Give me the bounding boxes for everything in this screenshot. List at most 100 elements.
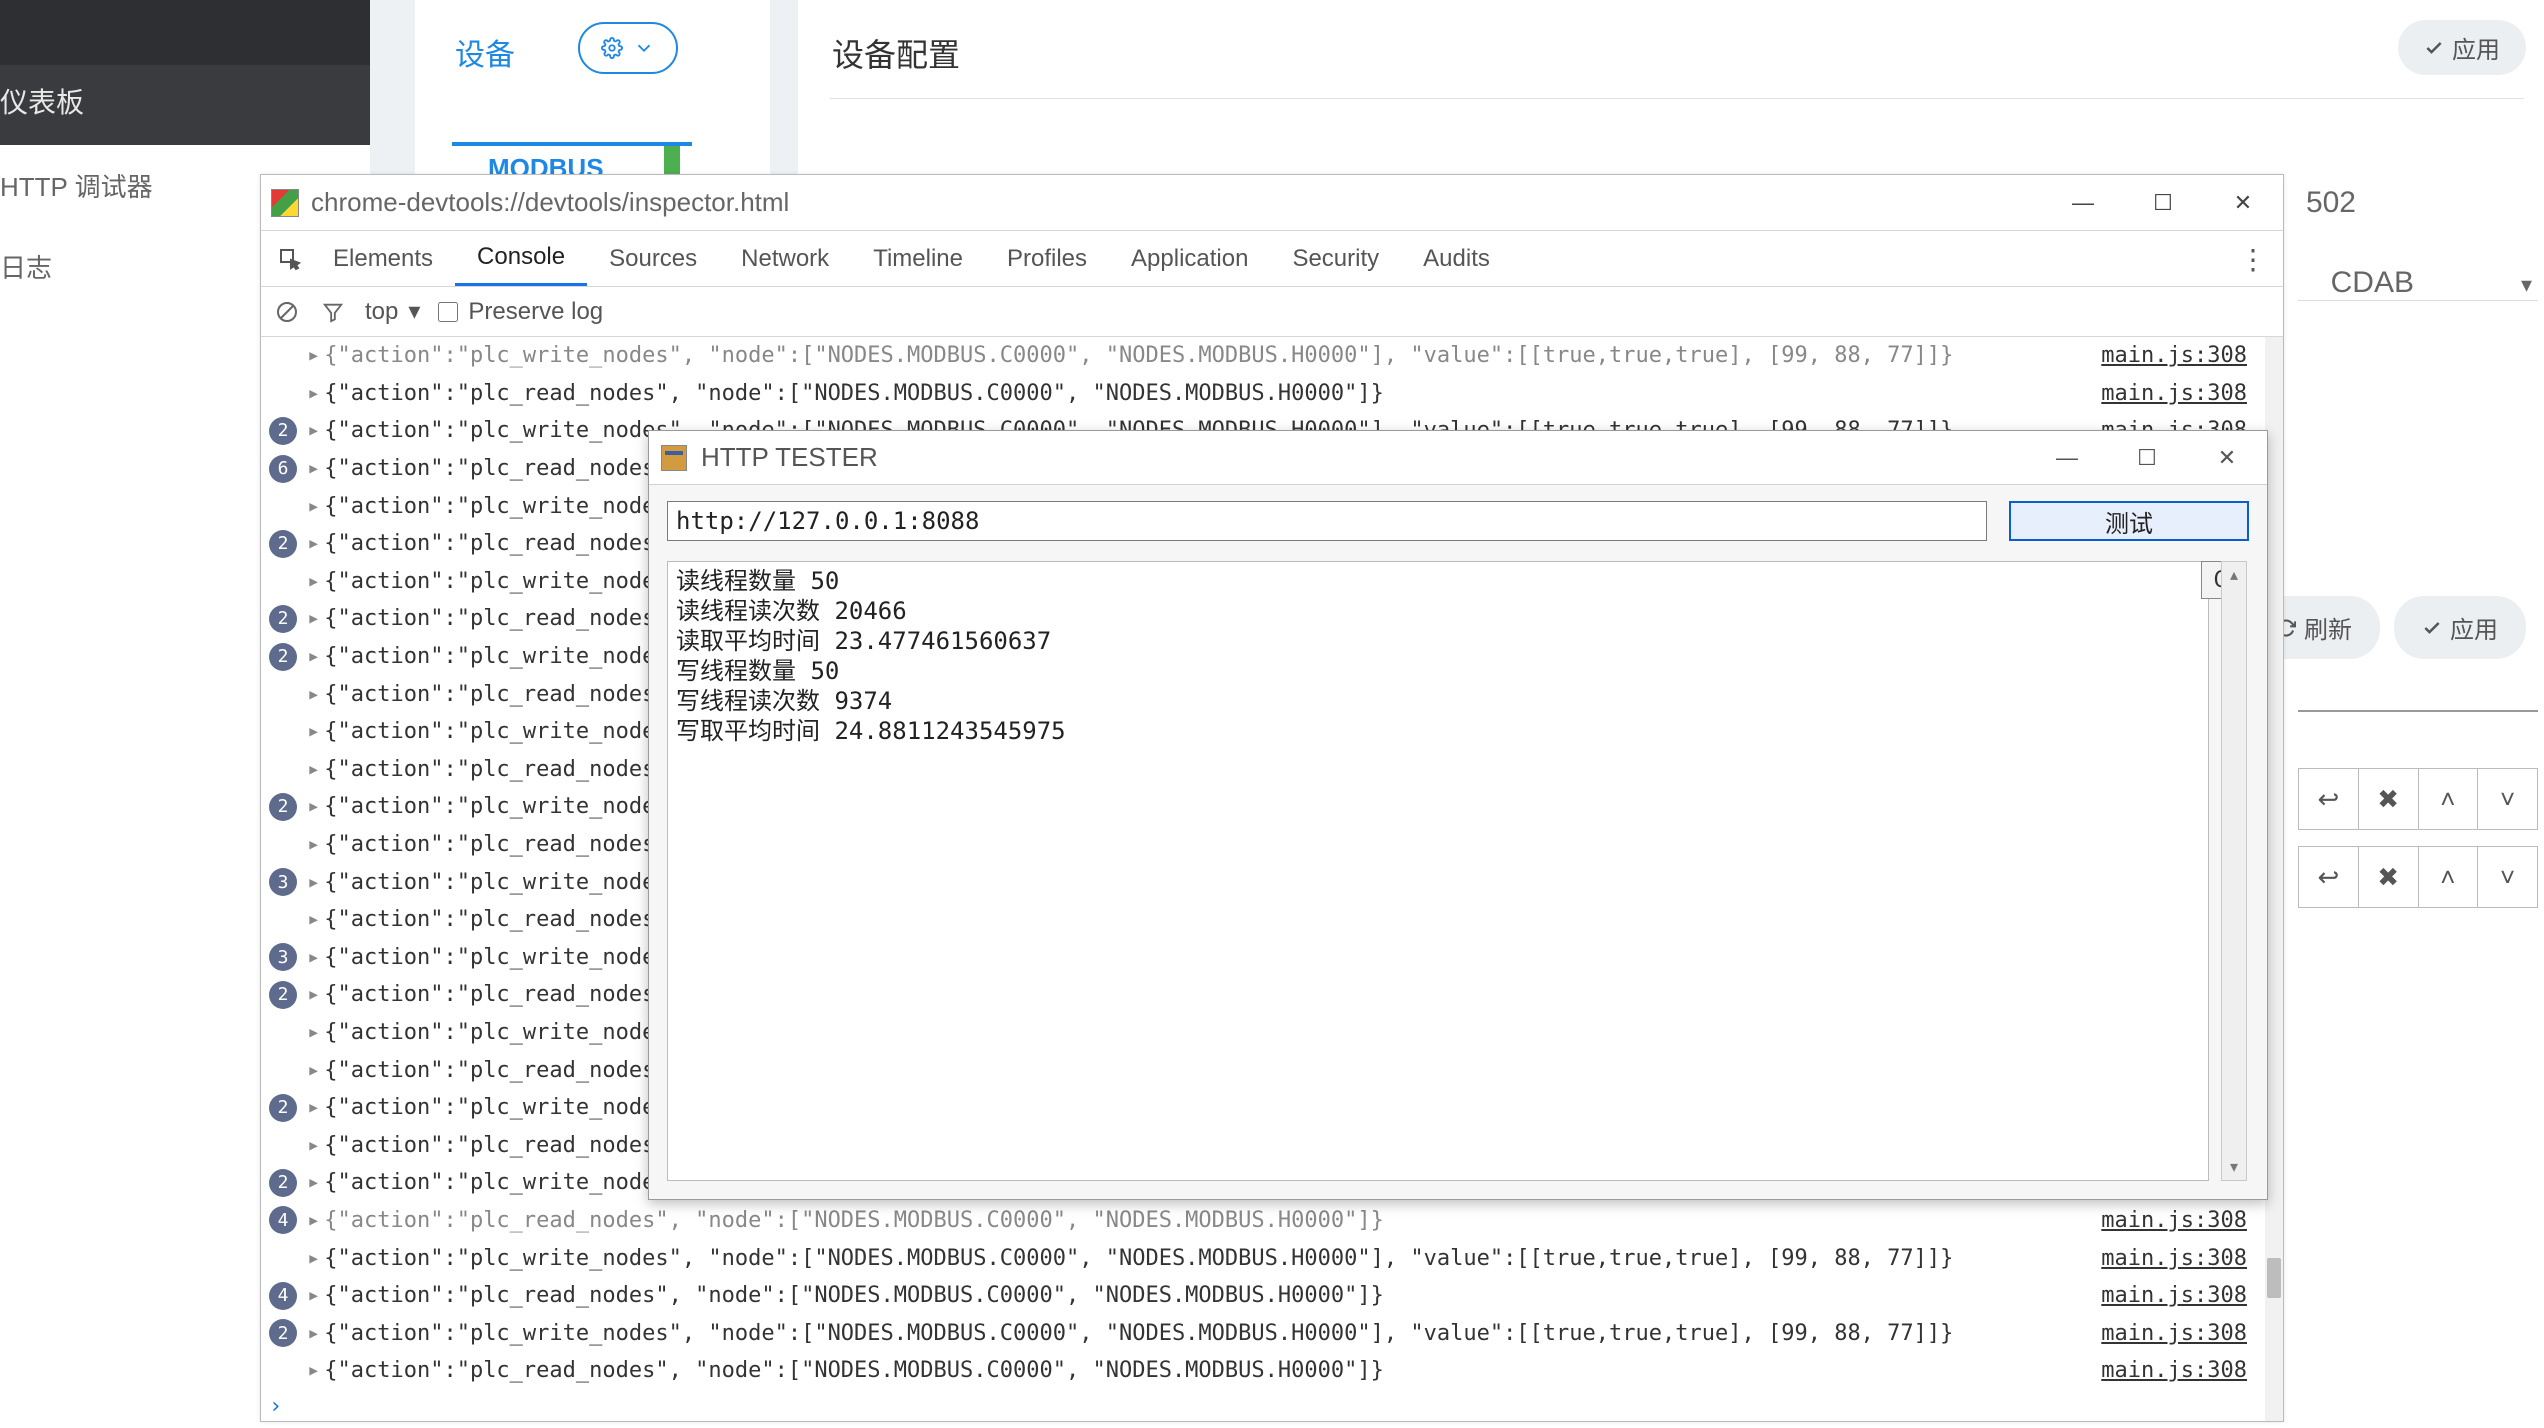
filter-icon[interactable] <box>319 298 347 326</box>
log-source-link[interactable]: main.js:308 <box>2101 1208 2265 1233</box>
refresh-label: 刷新 <box>2304 610 2352 645</box>
output-textarea[interactable]: 读线程数量 50 读线程读次数 20466 读取平均时间 23.47746156… <box>667 561 2209 1181</box>
url-row: 测试 <box>667 501 2249 541</box>
scroll-down-icon[interactable]: ▾ <box>2222 1154 2246 1180</box>
url-input[interactable] <box>667 501 1987 541</box>
undo-button[interactable]: ↩ <box>2299 847 2359 907</box>
test-button[interactable]: 测试 <box>2009 501 2249 541</box>
preserve-log-label: Preserve log <box>468 298 603 326</box>
preserve-log-checkbox[interactable]: Preserve log <box>438 298 603 326</box>
repeat-count-badge: 2 <box>269 530 297 558</box>
devtools-app-icon <box>271 189 299 217</box>
scrollbar-thumb[interactable] <box>2267 1258 2281 1298</box>
log-source-link[interactable]: main.js:308 <box>2101 1246 2265 1271</box>
value-502: 502 <box>2306 186 2356 220</box>
apply-label: 应用 <box>2452 30 2500 65</box>
console-log-row[interactable]: 4▸{"action":"plc_read_nodes", "node":["N… <box>261 1202 2265 1240</box>
console-log-row[interactable]: ▸{"action":"plc_write_nodes", "node":["N… <box>261 1239 2265 1277</box>
devtools-url: chrome-devtools://devtools/inspector.htm… <box>311 187 789 218</box>
repeat-count-badge: 3 <box>269 943 297 971</box>
value-byte-order[interactable]: CDAB <box>2331 266 2414 300</box>
log-message: ▸{"action":"plc_write_nodes", "node":["N… <box>307 343 2101 368</box>
console-log-row[interactable]: ▸{"action":"plc_read_nodes", "node":["NO… <box>261 375 2265 413</box>
context-label: top <box>365 298 398 326</box>
maximize-button[interactable]: ☐ <box>2107 431 2187 485</box>
http-tester-body: 测试 读线程数量 50 读线程读次数 20466 读取平均时间 23.47746… <box>649 485 2267 1199</box>
http-tester-titlebar[interactable]: HTTP TESTER — ☐ ✕ <box>649 431 2267 485</box>
devtools-tab-sources[interactable]: Sources <box>587 231 719 286</box>
sidebar-top-band <box>0 0 370 65</box>
nav-dashboard[interactable]: 仪表板 <box>0 65 370 137</box>
repeat-count-badge: 2 <box>269 1319 297 1347</box>
devtools-titlebar[interactable]: chrome-devtools://devtools/inspector.htm… <box>261 175 2283 231</box>
console-log-row[interactable]: 2 ▸{"action":"plc_write_nodes", "node":["… <box>261 1314 2265 1352</box>
preserve-log-input[interactable] <box>438 302 458 322</box>
log-source-link[interactable]: main.js:308 <box>2101 1358 2265 1383</box>
window-buttons: — ☐ ✕ <box>2043 175 2283 231</box>
log-message: ▸{"action":"plc_read_nodes", "node":["NO… <box>307 1283 2101 1308</box>
inspect-element-icon[interactable] <box>269 231 311 286</box>
devtools-tab-timeline[interactable]: Timeline <box>851 231 985 286</box>
devtools-tab-security[interactable]: Security <box>1270 231 1401 286</box>
console-log-row[interactable]: ▸{"action":"plc_write_nodes", "node":["N… <box>261 337 2265 375</box>
close-button[interactable]: ✕ <box>2187 431 2267 485</box>
repeat-count-badge: 2 <box>269 605 297 633</box>
undo-button[interactable]: ↩ <box>2299 769 2359 829</box>
move-down-button[interactable]: ˅ <box>2478 769 2537 829</box>
delete-button[interactable]: ✖ <box>2359 769 2419 829</box>
repeat-count-badge: 3 <box>269 868 297 896</box>
move-up-button[interactable]: ˄ <box>2419 847 2479 907</box>
devtools-tab-network[interactable]: Network <box>719 231 851 286</box>
gear-icon <box>601 37 623 59</box>
execution-context-selector[interactable]: top ▾ <box>365 297 420 326</box>
close-button[interactable]: ✕ <box>2203 175 2283 231</box>
maximize-button[interactable]: ☐ <box>2123 175 2203 231</box>
window-buttons: — ☐ ✕ <box>2027 431 2267 485</box>
console-toolbar: top ▾ Preserve log <box>261 287 2283 337</box>
apply-button-top[interactable]: 应用 <box>2398 20 2526 75</box>
repeat-count-badge: 2 <box>269 417 297 445</box>
log-message: ▸{"action":"plc_write_nodes", "node":["N… <box>307 1321 2101 1346</box>
left-nav-primary: 仪表板 <box>0 65 370 137</box>
minimize-button[interactable]: — <box>2027 431 2107 485</box>
modbus-status-indicator <box>664 146 680 176</box>
kebab-menu-icon[interactable]: ⋮ <box>2233 231 2273 287</box>
row-action-bar-2: ↩ ✖ ˄ ˅ <box>2298 846 2538 908</box>
check-icon <box>2422 618 2442 638</box>
chevron-down-icon <box>633 37 655 59</box>
log-message: ▸{"action":"plc_write_nodes", "node":["N… <box>307 1246 2101 1271</box>
delete-button[interactable]: ✖ <box>2359 847 2419 907</box>
http-tester-window: HTTP TESTER — ☐ ✕ 测试 读线程数量 50 读线程读次数 204… <box>648 430 2268 1200</box>
log-message: ▸{"action":"plc_read_nodes", "node":["NO… <box>307 1358 2101 1383</box>
clear-console-icon[interactable] <box>273 298 301 326</box>
right-separator <box>2298 300 2538 301</box>
repeat-count-badge: 2 <box>269 793 297 821</box>
output-scrollbar[interactable]: ▴ ▾ <box>2221 561 2247 1181</box>
apply-button-mid[interactable]: 应用 <box>2394 596 2526 659</box>
repeat-count-badge: 4 <box>269 1282 297 1310</box>
minimize-button[interactable]: — <box>2043 175 2123 231</box>
move-down-button[interactable]: ˅ <box>2478 847 2537 907</box>
gutter-right <box>770 0 798 175</box>
devtools-tab-audits[interactable]: Audits <box>1401 231 1512 286</box>
move-up-button[interactable]: ˄ <box>2419 769 2479 829</box>
devtools-tab-elements[interactable]: Elements <box>311 231 455 286</box>
devtools-tab-application[interactable]: Application <box>1109 231 1270 286</box>
action-pills: 刷新 应用 <box>2248 596 2526 659</box>
tab-device[interactable]: 设备 <box>455 30 515 74</box>
device-settings-button[interactable] <box>578 22 678 74</box>
log-source-link[interactable]: main.js:308 <box>2101 1321 2265 1346</box>
scroll-up-icon[interactable]: ▴ <box>2222 562 2246 588</box>
console-log-row[interactable]: ▸{"action":"plc_read_nodes", "node":["NO… <box>261 1352 2265 1390</box>
dropdown-caret-icon[interactable]: ▾ <box>2521 272 2532 298</box>
chevron-down-icon: ▾ <box>408 297 420 326</box>
devtools-tab-profiles[interactable]: Profiles <box>985 231 1109 286</box>
log-message: ▸{"action":"plc_read_nodes", "node":["NO… <box>307 381 2101 406</box>
log-source-link[interactable]: main.js:308 <box>2101 343 2265 368</box>
log-source-link[interactable]: main.js:308 <box>2101 381 2265 406</box>
log-source-link[interactable]: main.js:308 <box>2101 1283 2265 1308</box>
devtools-tab-console[interactable]: Console <box>455 231 587 286</box>
console-log-row[interactable]: 4 ▸{"action":"plc_read_nodes", "node":["N… <box>261 1277 2265 1315</box>
header-divider <box>830 98 2524 99</box>
console-prompt[interactable]: › <box>261 1390 2265 1421</box>
